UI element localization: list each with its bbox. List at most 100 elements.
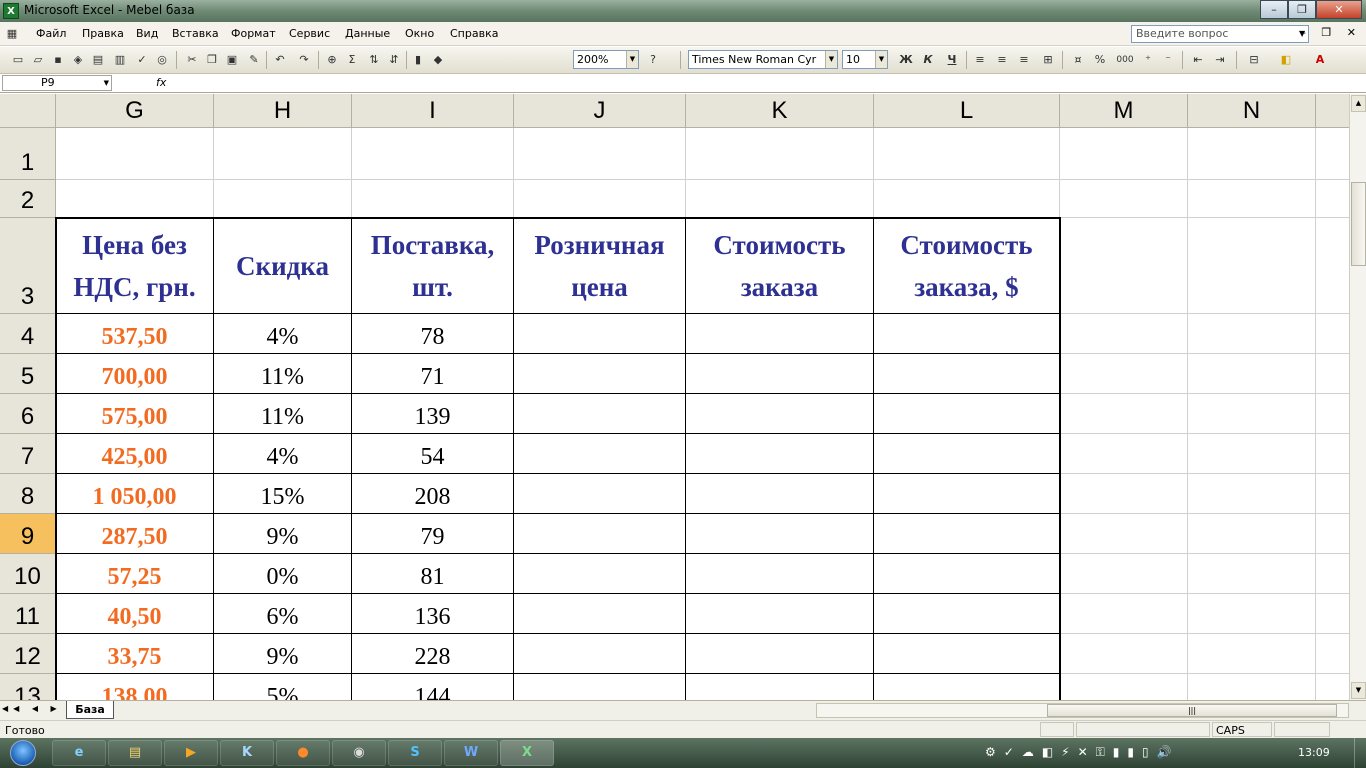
- select-all-corner[interactable]: [0, 94, 56, 128]
- table-cell[interactable]: 138,00: [56, 674, 214, 700]
- col-header-n[interactable]: N: [1188, 94, 1316, 128]
- document-controls[interactable]: – ❐ ✕: [1300, 26, 1362, 39]
- cell[interactable]: [874, 128, 1060, 180]
- cell[interactable]: [1316, 354, 1349, 394]
- cell[interactable]: [1316, 128, 1349, 180]
- font-color-icon[interactable]: A: [1312, 52, 1328, 68]
- row-header-5[interactable]: 5: [0, 354, 56, 394]
- cell[interactable]: [874, 434, 1060, 474]
- col-header-k[interactable]: K: [686, 94, 874, 128]
- table-cell[interactable]: 208: [352, 474, 514, 514]
- chevron-down-icon[interactable]: ▼: [626, 51, 638, 68]
- cell[interactable]: [874, 594, 1060, 634]
- cell[interactable]: [514, 514, 686, 554]
- table-cell[interactable]: 4%: [214, 314, 352, 354]
- cell[interactable]: [874, 554, 1060, 594]
- currency-icon[interactable]: ¤: [1070, 52, 1086, 68]
- cell[interactable]: [1060, 514, 1188, 554]
- vertical-scrollbar[interactable]: ▲ ▼: [1349, 94, 1366, 700]
- table-cell[interactable]: 33,75: [56, 634, 214, 674]
- cell[interactable]: [1060, 354, 1188, 394]
- cell[interactable]: [1188, 474, 1316, 514]
- research-icon[interactable]: ◎: [154, 52, 170, 68]
- cell[interactable]: [514, 674, 686, 700]
- align-center-icon[interactable]: ≡: [994, 52, 1010, 68]
- table-header-cell[interactable]: Цена без НДС, грн.: [56, 218, 214, 314]
- table-cell[interactable]: 425,00: [56, 434, 214, 474]
- table-cell[interactable]: 287,50: [56, 514, 214, 554]
- cell[interactable]: [1188, 514, 1316, 554]
- col-header-m[interactable]: M: [1060, 94, 1188, 128]
- kmplayer-icon[interactable]: K: [220, 740, 274, 766]
- system-tray[interactable]: ⚙✓☁◧⚡✕⚿▮▮▯🔊: [985, 745, 1180, 760]
- scroll-thumb[interactable]: [1351, 182, 1366, 266]
- cell[interactable]: [1316, 514, 1349, 554]
- table-cell[interactable]: 81: [352, 554, 514, 594]
- underline-button[interactable]: Ч: [944, 52, 960, 68]
- menu-edit[interactable]: Правка: [82, 27, 124, 40]
- row-header-6[interactable]: 6: [0, 394, 56, 434]
- font-name-select[interactable]: Times New Roman Cyr ▼: [688, 50, 838, 69]
- cell[interactable]: [874, 474, 1060, 514]
- cell[interactable]: [874, 180, 1060, 218]
- skype-icon[interactable]: S: [388, 740, 442, 766]
- start-button[interactable]: [4, 738, 44, 768]
- cell[interactable]: [686, 314, 874, 354]
- table-cell[interactable]: 700,00: [56, 354, 214, 394]
- cell[interactable]: [514, 394, 686, 434]
- table-cell[interactable]: 228: [352, 634, 514, 674]
- cell[interactable]: [1188, 394, 1316, 434]
- row-header-9[interactable]: 9: [0, 514, 56, 554]
- cell[interactable]: [514, 434, 686, 474]
- close-button[interactable]: ✕: [1316, 0, 1362, 19]
- table-cell[interactable]: 0%: [214, 554, 352, 594]
- table-cell[interactable]: 79: [352, 514, 514, 554]
- cell[interactable]: [874, 314, 1060, 354]
- cell[interactable]: [1060, 474, 1188, 514]
- cell[interactable]: [1188, 218, 1316, 314]
- new-icon[interactable]: ▭: [10, 52, 26, 68]
- cell[interactable]: [686, 514, 874, 554]
- increase-indent-icon[interactable]: ⇥: [1212, 52, 1228, 68]
- cell[interactable]: [214, 180, 352, 218]
- excel-icon[interactable]: X: [500, 740, 554, 766]
- col-header-l[interactable]: L: [874, 94, 1060, 128]
- cell[interactable]: [352, 128, 514, 180]
- permission-icon[interactable]: ◈: [70, 52, 86, 68]
- cell[interactable]: [514, 594, 686, 634]
- cell[interactable]: [1316, 218, 1349, 314]
- cell[interactable]: [1316, 394, 1349, 434]
- horizontal-scrollbar[interactable]: |||: [816, 703, 1349, 718]
- minimize-button[interactable]: –: [1260, 0, 1288, 19]
- cell[interactable]: [686, 634, 874, 674]
- cell[interactable]: [1188, 434, 1316, 474]
- copy-icon[interactable]: ❐: [204, 52, 220, 68]
- zoom-select[interactable]: 200% ▼: [573, 50, 639, 69]
- table-cell[interactable]: 9%: [214, 634, 352, 674]
- table-header-cell[interactable]: Скидка: [214, 218, 352, 314]
- cell[interactable]: [1188, 314, 1316, 354]
- ask-question-input[interactable]: Введите вопрос: [1131, 25, 1309, 43]
- word-icon[interactable]: W: [444, 740, 498, 766]
- print-preview-icon[interactable]: ▤: [90, 52, 106, 68]
- table-cell[interactable]: 1 050,00: [56, 474, 214, 514]
- table-cell[interactable]: 139: [352, 394, 514, 434]
- cell[interactable]: [1060, 554, 1188, 594]
- cell[interactable]: [1188, 554, 1316, 594]
- cell[interactable]: [514, 474, 686, 514]
- cell[interactable]: [874, 394, 1060, 434]
- col-header-j[interactable]: J: [514, 94, 686, 128]
- hyperlink-icon[interactable]: ⊕: [324, 52, 340, 68]
- row-header-8[interactable]: 8: [0, 474, 56, 514]
- cell[interactable]: [1188, 594, 1316, 634]
- table-header-cell[interactable]: Поставка, шт.: [352, 218, 514, 314]
- cell[interactable]: [1060, 634, 1188, 674]
- row-header-7[interactable]: 7: [0, 434, 56, 474]
- menu-view[interactable]: Вид: [136, 27, 158, 40]
- name-box[interactable]: P9 ▼: [2, 75, 112, 91]
- cell[interactable]: [686, 554, 874, 594]
- table-header-cell[interactable]: Розничная цена: [514, 218, 686, 314]
- cell[interactable]: [1188, 354, 1316, 394]
- cell[interactable]: [1060, 394, 1188, 434]
- cell[interactable]: [686, 394, 874, 434]
